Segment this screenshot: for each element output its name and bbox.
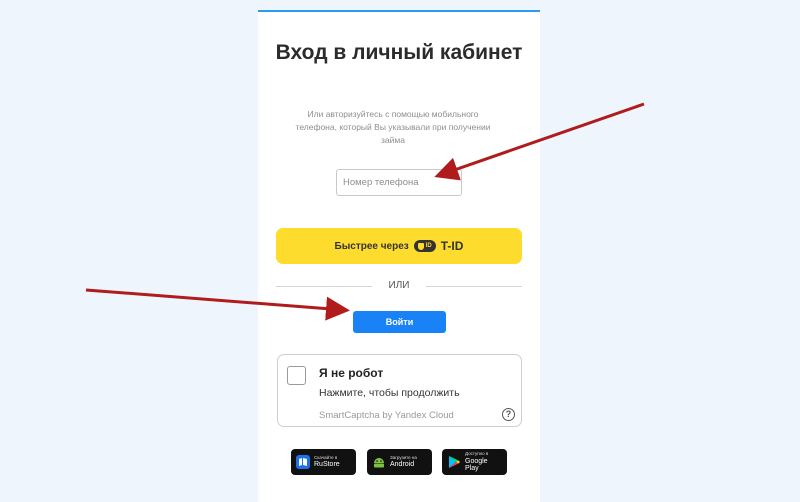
captcha-title: Я не робот [319,366,384,380]
store-name: Google Play [465,457,488,472]
store-badge-rustore[interactable]: Скачайте в RuStore [291,449,356,475]
help-icon[interactable]: ? [502,408,515,421]
phone-input[interactable] [336,169,462,196]
store-name: Android [390,461,415,469]
store-badge-google-play[interactable]: Доступно в Google Play [442,449,507,475]
tid-badge-text: ID [425,243,432,249]
smart-captcha[interactable]: Я не робот Нажмите, чтобы продолжить Sma… [277,354,522,427]
tid-login-button[interactable]: Быстрее через ID T-ID [276,228,522,264]
login-button[interactable]: Войти [353,311,446,333]
divider-line-right [426,286,522,287]
divider-label: ИЛИ [388,280,410,291]
rustore-icon [296,455,310,469]
tid-brand: T-ID [440,239,464,253]
google-play-icon [449,456,460,468]
tid-button-label: Быстрее через [334,240,409,252]
tid-shield-icon [417,242,424,250]
store-caption: Скачайте в [314,454,338,460]
divider-line-left [276,286,372,287]
captcha-checkbox[interactable] [287,366,306,385]
page-title: Вход в личный кабинет [275,41,523,64]
store-badge-android[interactable]: Загрузите на Android [367,449,432,475]
login-subtitle: Или авторизуйтесь с помощью мобильного т… [295,109,491,145]
android-icon [374,458,384,468]
store-caption: Загрузите на [390,454,417,460]
tid-badge: ID [413,240,436,252]
store-name: RuStore [314,461,340,469]
store-caption: Доступно в [465,451,489,457]
captcha-subtitle: Нажмите, чтобы продолжить [319,387,460,399]
captcha-brand: SmartCaptcha by Yandex Cloud [319,410,454,421]
